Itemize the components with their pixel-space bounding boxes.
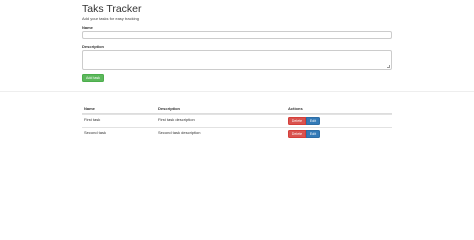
row-actions: Delete Edit	[288, 130, 320, 138]
table-row: Second task Second task description Dele…	[82, 127, 392, 140]
task-name: First task	[84, 117, 101, 122]
column-header-name: Name	[84, 106, 95, 111]
edit-button[interactable]: Edit	[306, 130, 320, 138]
row-actions: Delete Edit	[288, 117, 320, 125]
add-task-button[interactable]: Add task	[82, 74, 104, 82]
delete-button[interactable]: Delete	[288, 117, 306, 125]
table-row: First task First task description Delete…	[82, 114, 392, 127]
page-subtitle: Add your tasks for easy tracking	[82, 16, 139, 21]
name-input[interactable]	[82, 31, 392, 39]
task-description: First task description	[158, 117, 195, 122]
delete-button[interactable]: Delete	[288, 130, 306, 138]
edit-button[interactable]: Edit	[306, 117, 320, 125]
section-divider	[0, 91, 474, 92]
name-label: Name	[82, 25, 93, 30]
page-title: Taks Tracker	[82, 3, 142, 15]
task-name: Second task	[84, 130, 107, 135]
description-label: Description	[82, 44, 105, 49]
column-header-description: Description	[158, 106, 181, 111]
task-description: Second task description	[158, 130, 201, 135]
resize-grip-icon[interactable]	[387, 65, 390, 68]
description-textarea[interactable]	[82, 50, 392, 70]
column-header-actions: Actions	[288, 106, 303, 111]
